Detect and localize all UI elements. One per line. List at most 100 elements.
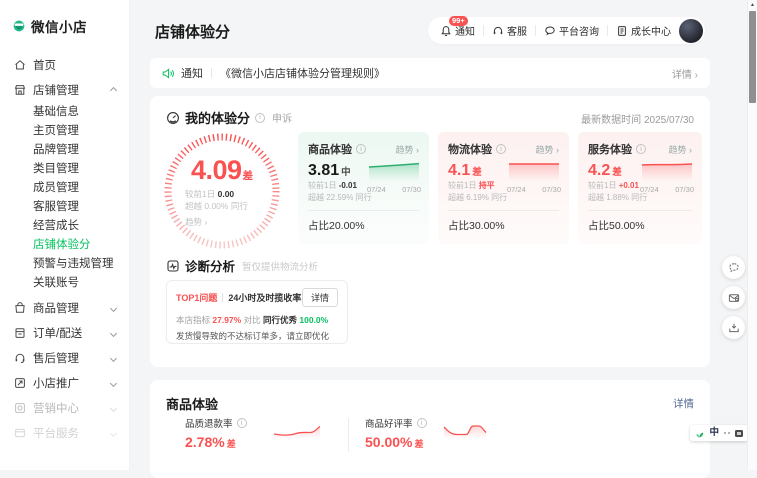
main-score-value: 4.09 xyxy=(191,155,242,186)
mini-trend-chart xyxy=(367,159,421,183)
data-updated-time: 最新数据时间 2025/07/30 xyxy=(581,111,694,126)
printer-icon[interactable] xyxy=(735,430,743,437)
wechat-store-logo-icon xyxy=(13,20,25,32)
trend-link[interactable]: 趋势 › xyxy=(396,143,420,156)
scrollbar-thumb[interactable] xyxy=(749,11,756,103)
chevron-down-icon xyxy=(111,302,116,314)
sidebar-item-shop-management[interactable]: 店铺管理 xyxy=(0,77,129,102)
platform-consult-button[interactable]: 平台咨询 xyxy=(544,23,599,38)
sidebar-item-product-management[interactable]: 商品管理 xyxy=(0,295,129,320)
sidebar-item-platform-service[interactable]: 平台服务 xyxy=(0,420,129,445)
notice-detail-link[interactable]: 详情 › xyxy=(672,66,698,81)
shop-icon xyxy=(14,84,26,96)
appeal-link[interactable]: 申诉 xyxy=(272,110,292,125)
metric-value: 2.78% xyxy=(185,434,225,450)
info-icon[interactable] xyxy=(496,144,506,154)
sidebar-item-aftersale-management[interactable]: 售后管理 xyxy=(0,345,129,370)
metric-grade: 差 xyxy=(227,437,236,450)
sidebar-subitem-category[interactable]: 类目管理 xyxy=(0,160,129,179)
info-icon[interactable] xyxy=(636,144,646,154)
diagnosis-icon xyxy=(166,259,180,273)
notice-text[interactable]: 《微信小店店铺体验分管理规则》 xyxy=(220,65,385,81)
info-icon[interactable] xyxy=(417,418,427,428)
divider xyxy=(535,25,536,36)
info-icon[interactable] xyxy=(237,418,247,428)
sidebar: 微信小店 首页 店铺管理 基础信息 主页管理 品牌管理 类目管理 成员管理 客服… xyxy=(0,0,130,470)
growth-center-button[interactable]: 成长中心 xyxy=(616,23,671,38)
sidebar-subitem-brand[interactable]: 品牌管理 xyxy=(0,141,129,160)
product-experience-panel: 商品体验 详情 品质退款率 2.78% 差 商品好评率 50.00% 差 xyxy=(150,380,710,478)
card-score-value: 3.81 xyxy=(308,162,339,180)
sparkline-chart xyxy=(442,422,492,440)
weight-ratio: 占比30.00% xyxy=(448,218,505,233)
customer-service-button[interactable]: 客服 xyxy=(492,23,527,38)
product-bag-icon xyxy=(14,302,26,314)
peer-metric-value: 100.0% xyxy=(299,315,328,325)
sidebar-item-marketing-center[interactable]: 营销中心 xyxy=(0,395,129,420)
diagnosis-note: 暂仅提供物流分析 xyxy=(242,259,318,273)
sparkline-chart xyxy=(272,422,322,440)
trend-link[interactable]: 趋势 › xyxy=(536,143,560,156)
bell-icon xyxy=(440,25,452,37)
card-score-value: 4.2 xyxy=(588,162,610,180)
envelope-icon xyxy=(728,292,740,304)
feedback-chat-button[interactable] xyxy=(722,256,745,279)
chevron-down-icon xyxy=(111,402,116,414)
sidebar-item-order-delivery[interactable]: 订单/配送 xyxy=(0,320,129,345)
main-score-ring: 4.09 差 较前1日 0.00 超越 0.00% 同行 趋势 › xyxy=(163,132,281,250)
store-metric-value: 27.97% xyxy=(212,315,241,325)
panel-title: 商品体验 xyxy=(166,394,218,413)
sidebar-item-promotion[interactable]: 小店推广 xyxy=(0,370,129,395)
scroll-up-arrow[interactable]: ▲ xyxy=(748,2,757,8)
top-issue-label: TOP1问题 xyxy=(176,291,217,304)
diagnosis-detail-button[interactable]: 详情 xyxy=(302,288,338,307)
card-score-value: 4.1 xyxy=(448,162,470,180)
sidebar-subitem-member[interactable]: 成员管理 xyxy=(0,179,129,198)
order-list-icon xyxy=(14,327,26,339)
sidebar-subitem-linked-accounts[interactable]: 关联账号 xyxy=(0,274,129,293)
notice-bar: 通知 《微信小店店铺体验分管理规则》 详情 › xyxy=(150,58,710,88)
trend-link[interactable]: 趋势 › xyxy=(669,143,693,156)
sidebar-subitem-experience-score[interactable]: 店铺体验分 xyxy=(0,236,129,255)
headset-icon xyxy=(14,352,26,364)
plant-icon[interactable] xyxy=(695,428,704,438)
metric-quality-refund-rate: 品质退款率 2.78% 差 xyxy=(185,416,247,450)
message-mail-button[interactable] xyxy=(722,286,745,309)
info-icon[interactable] xyxy=(255,113,265,123)
sidebar-subitem-violation-management[interactable]: 预警与违规管理 xyxy=(0,255,129,274)
weight-ratio: 占比20.00% xyxy=(308,218,365,233)
sidebar-subitem-basic-info[interactable]: 基础信息 xyxy=(0,103,129,122)
card-score-grade: 差 xyxy=(472,164,482,178)
diagnosis-card: TOP1问题 24小时及时揽收率 详情 本店指标 27.97% 对比 同行优秀 … xyxy=(166,280,348,344)
sidebar-subitem-homepage[interactable]: 主页管理 xyxy=(0,122,129,141)
main-score-grade: 差 xyxy=(243,168,254,183)
detail-link[interactable]: 详情 xyxy=(673,396,694,411)
marketing-icon xyxy=(14,402,26,414)
notice-label: 通知 xyxy=(181,65,203,81)
headset-icon xyxy=(492,25,504,37)
sidebar-subitem-business-growth[interactable]: 经营成长 xyxy=(0,217,129,236)
main-trend-link[interactable]: 趋势 › xyxy=(185,216,259,228)
promote-arrow-icon xyxy=(14,377,26,389)
translate-icon[interactable]: 中 xyxy=(709,428,719,438)
user-avatar[interactable] xyxy=(679,19,703,43)
notification-button[interactable]: 通知 99+ xyxy=(440,23,475,38)
main-score-delta: 0.00 xyxy=(218,189,235,199)
experience-score-panel: 我的体验分 申诉 最新数据时间 2025/07/30 4.09 差 较前1日 0… xyxy=(150,96,710,367)
download-icon xyxy=(728,322,740,334)
divider xyxy=(348,418,349,452)
sidebar-item-home[interactable]: 首页 xyxy=(0,52,129,77)
info-icon[interactable] xyxy=(356,144,366,154)
topbar-actions: 通知 99+ 客服 平台咨询 成长中心 xyxy=(428,17,705,44)
divider xyxy=(483,25,484,36)
metric-positive-review-rate: 商品好评率 50.00% 差 xyxy=(365,416,427,450)
sidebar-subitem-customer-service[interactable]: 客服管理 xyxy=(0,198,129,217)
dots-icon[interactable] xyxy=(724,432,730,434)
divider xyxy=(607,25,608,36)
window-scrollbar[interactable]: ▲ xyxy=(747,0,757,470)
notification-count-badge: 99+ xyxy=(449,16,468,26)
experience-card-logistics: 物流体验 趋势 › 4.1 差 较前1日 持平 超越 6.19% 同行 07/2… xyxy=(438,132,569,244)
chevron-down-icon xyxy=(111,327,116,339)
download-tray-button[interactable] xyxy=(722,316,745,339)
chevron-down-icon xyxy=(111,427,116,439)
